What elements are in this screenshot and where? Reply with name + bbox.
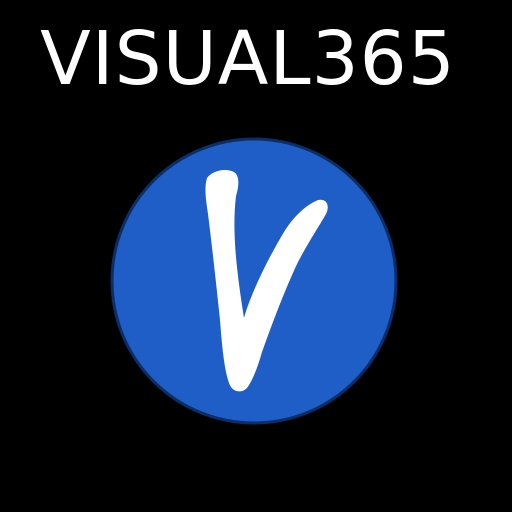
v-letter-logo-icon: [110, 137, 398, 425]
logo-circle: [110, 137, 398, 425]
app-icon: VISUAL365: [0, 0, 512, 512]
